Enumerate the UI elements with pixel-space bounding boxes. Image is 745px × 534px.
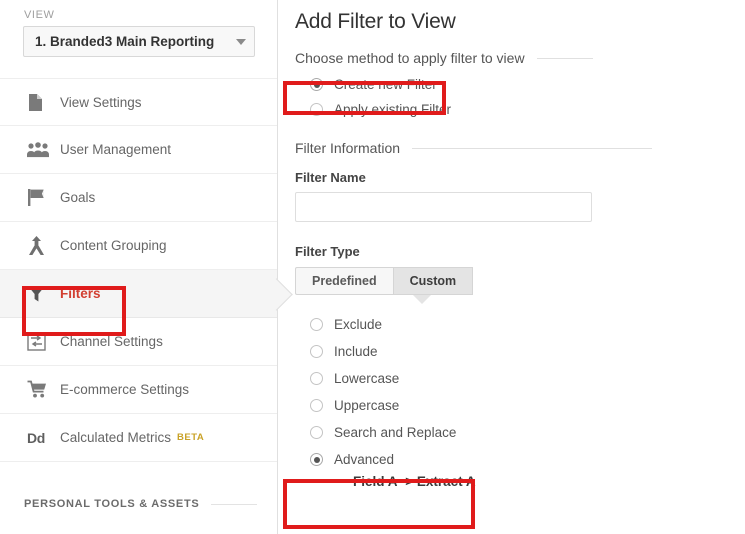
sidebar-item-label: Filters <box>60 286 101 301</box>
main-panel: Add Filter to View Choose method to appl… <box>278 0 745 534</box>
view-selector-dropdown[interactable]: 1. Branded3 Main Reporting <box>23 26 255 57</box>
filter-name-input[interactable] <box>295 192 592 222</box>
sidebar-item-channel-settings[interactable]: Channel Settings <box>0 318 277 366</box>
view-selector-value: 1. Branded3 Main Reporting <box>35 34 215 49</box>
radio-option-lowercase[interactable]: Lowercase <box>295 365 745 392</box>
radio-option-exclude[interactable]: Exclude <box>295 311 745 338</box>
sidebar-item-content-grouping[interactable]: Content Grouping <box>0 222 277 270</box>
radio-icon-unselected[interactable] <box>310 426 323 439</box>
admin-sidebar: VIEW 1. Branded3 Main Reporting View Set… <box>0 0 278 534</box>
radio-option-advanced[interactable]: Advanced <box>295 446 745 473</box>
shopping-cart-icon <box>27 380 53 399</box>
filter-information-heading: Filter Information <box>295 140 401 156</box>
dd-glyph-icon: Dd <box>27 429 46 446</box>
analytics-admin-screen: VIEW 1. Branded3 Main Reporting View Set… <box>0 0 745 534</box>
sidebar-item-goals[interactable]: Goals <box>0 174 277 222</box>
radio-label: Lowercase <box>334 371 400 386</box>
radio-option-search-and-replace[interactable]: Search and Replace <box>295 419 745 446</box>
radio-label: Create new Filter <box>334 77 437 92</box>
people-group-icon <box>27 141 53 158</box>
channel-arrows-icon <box>27 332 53 351</box>
sidebar-item-label: User Management <box>60 142 172 157</box>
sidebar-item-label: Calculated Metrics <box>60 430 172 445</box>
radio-option-include[interactable]: Include <box>295 338 745 365</box>
choose-method-heading: Choose method to apply filter to view <box>295 50 525 66</box>
document-icon <box>27 93 53 112</box>
content-grouping-icon <box>27 235 53 256</box>
filter-information-section-header: Filter Information <box>295 140 745 156</box>
radio-label: Uppercase <box>334 398 400 413</box>
filter-type-label: Filter Type <box>295 244 360 259</box>
sidebar-item-label: Channel Settings <box>60 334 163 349</box>
view-section-label: VIEW <box>24 9 55 21</box>
radio-label: Search and Replace <box>334 425 457 440</box>
sidebar-item-filters[interactable]: Filters <box>0 270 277 318</box>
tab-label: Predefined <box>312 274 377 288</box>
sidebar-item-label: View Settings <box>60 94 142 110</box>
radio-icon-selected[interactable] <box>310 453 323 466</box>
sidebar-item-label: Content Grouping <box>60 238 167 253</box>
filter-type-tab-group: Predefined Custom <box>295 267 745 304</box>
radio-option-apply-existing-filter[interactable]: Apply existing Filter <box>295 97 745 122</box>
sidebar-item-calculated-metrics[interactable]: Dd Calculated Metrics BETA <box>0 414 277 462</box>
tab-selected-pointer-icon <box>413 295 431 304</box>
radio-option-create-new-filter[interactable]: Create new Filter <box>295 72 745 97</box>
tab-custom[interactable]: Custom <box>392 267 474 295</box>
sidebar-item-view-settings[interactable]: View Settings <box>0 78 277 126</box>
sidebar-nav-list: View Settings User Management Goals Cont… <box>0 78 277 462</box>
radio-icon-unselected[interactable] <box>310 399 323 412</box>
personal-tools-label: PERSONAL TOOLS & ASSETS <box>24 498 200 510</box>
choose-method-section-header: Choose method to apply filter to view <box>295 50 745 66</box>
radio-icon-unselected[interactable] <box>310 345 323 358</box>
flag-icon <box>27 188 53 207</box>
section-divider <box>536 57 593 59</box>
beta-badge: BETA <box>177 432 205 443</box>
sidebar-item-ecommerce-settings[interactable]: E-commerce Settings <box>0 366 277 414</box>
radio-label: Apply existing Filter <box>334 102 452 117</box>
radio-icon-unselected[interactable] <box>310 372 323 385</box>
tab-label: Custom <box>409 274 457 288</box>
section-divider <box>412 147 653 149</box>
tab-predefined[interactable]: Predefined <box>295 267 393 295</box>
sidebar-item-label: Goals <box>60 190 96 205</box>
radio-icon-selected[interactable] <box>310 78 323 91</box>
chevron-down-icon <box>236 38 246 45</box>
filter-name-label: Filter Name <box>295 170 366 185</box>
radio-option-uppercase[interactable]: Uppercase <box>295 392 745 419</box>
section-divider <box>211 503 257 505</box>
sidebar-item-user-management[interactable]: User Management <box>0 126 277 174</box>
radio-icon-unselected[interactable] <box>310 103 323 116</box>
radio-label: Exclude <box>334 317 383 332</box>
filter-type-radio-group: Exclude Include Lowercase Uppercase Sear… <box>295 311 745 489</box>
sidebar-item-label: E-commerce Settings <box>60 382 190 397</box>
radio-label: Include <box>334 344 378 359</box>
radio-label: Advanced <box>334 452 395 467</box>
advanced-filter-summary: Field A -> Extract A <box>353 474 476 489</box>
personal-tools-section-header: PERSONAL TOOLS & ASSETS <box>0 498 277 510</box>
funnel-icon <box>27 285 53 303</box>
page-title: Add Filter to View <box>295 10 456 33</box>
method-radio-group: Create new Filter Apply existing Filter <box>295 72 745 122</box>
radio-icon-unselected[interactable] <box>310 318 323 331</box>
